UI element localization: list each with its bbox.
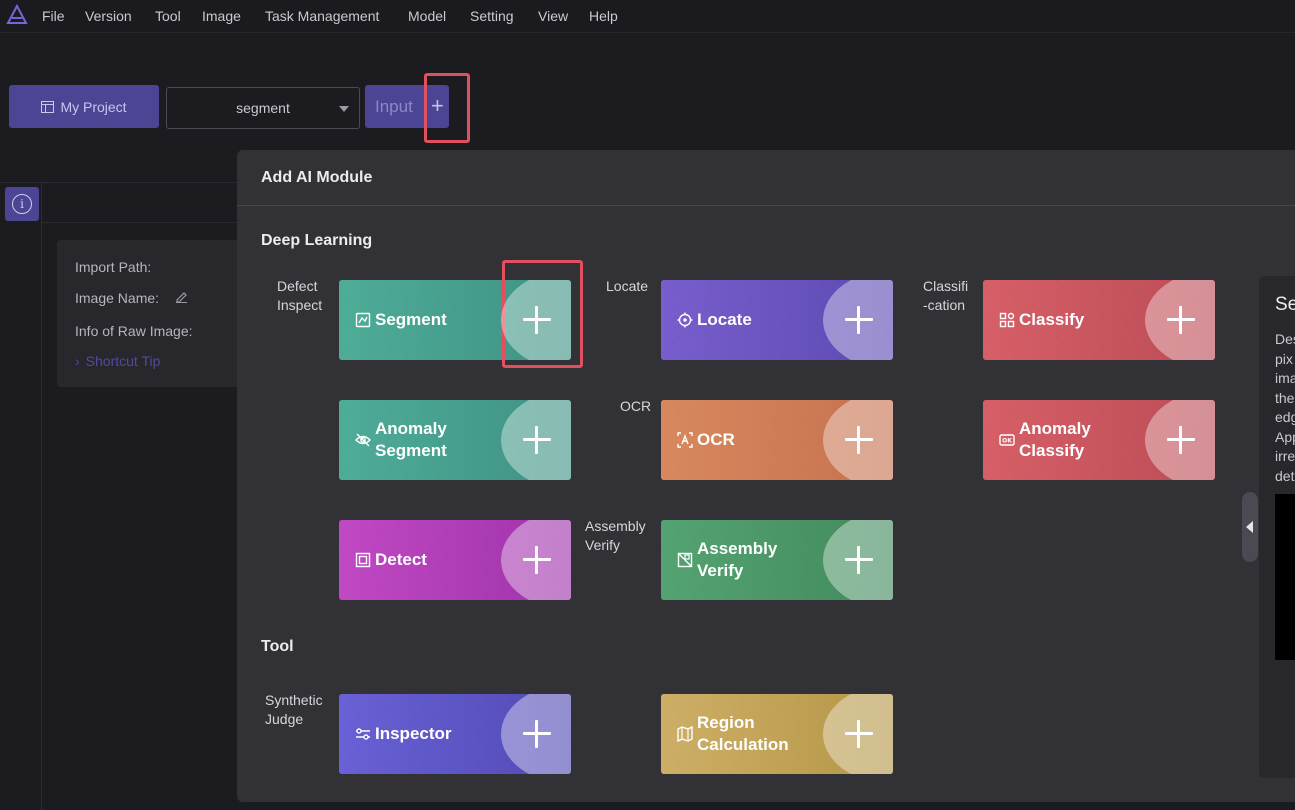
my-project-button[interactable]: My Project bbox=[9, 85, 159, 128]
menu-view[interactable]: View bbox=[538, 8, 568, 24]
dialog-divider bbox=[237, 205, 1295, 206]
ocr-icon bbox=[677, 432, 693, 448]
card-label: Assembly Verify bbox=[697, 539, 778, 580]
card-label: Detect bbox=[375, 550, 427, 569]
menu-bar: File Version Tool Image Task Management … bbox=[0, 0, 1295, 33]
import-path-label: Import Path: bbox=[75, 259, 152, 275]
raw-image-info-label: Info of Raw Image: bbox=[75, 323, 193, 339]
card-region-calculation: Region Calculation bbox=[661, 694, 893, 774]
card-ocr: OCR bbox=[661, 400, 893, 480]
chevron-down-icon bbox=[339, 106, 349, 112]
card-label: Classify bbox=[1019, 310, 1085, 329]
eye-off-icon bbox=[355, 433, 371, 447]
card-label: Anomaly Classify bbox=[1019, 419, 1091, 460]
card-locate: Locate bbox=[661, 280, 893, 360]
module-select-value: segment bbox=[236, 100, 290, 116]
card-label: OCR bbox=[697, 430, 735, 449]
add-ai-module-dialog: Add AI Module Deep Learning Defect Inspe… bbox=[237, 150, 1295, 802]
card-label: Anomaly Segment bbox=[375, 419, 447, 460]
shortcut-tip-label: Shortcut Tip bbox=[85, 353, 161, 369]
plus-icon bbox=[845, 306, 873, 334]
svg-text:OK: OK bbox=[1002, 438, 1012, 445]
plus-icon bbox=[523, 546, 551, 574]
plus-icon[interactable]: + bbox=[431, 93, 444, 119]
edit-icon[interactable] bbox=[175, 290, 188, 303]
plus-icon bbox=[523, 426, 551, 454]
description-title: Se bbox=[1275, 294, 1295, 315]
project-icon bbox=[41, 100, 55, 113]
sliders-icon bbox=[356, 728, 370, 740]
app-logo-icon bbox=[6, 4, 28, 24]
plus-icon bbox=[1167, 306, 1195, 334]
image-info-panel: Import Path: Image Name: Info of Raw Ima… bbox=[57, 240, 247, 387]
menu-help[interactable]: Help bbox=[589, 8, 618, 24]
plus-icon bbox=[1167, 426, 1195, 454]
plus-icon bbox=[845, 546, 873, 574]
menu-task-management[interactable]: Task Management bbox=[265, 8, 379, 24]
info-button[interactable]: i bbox=[5, 187, 39, 221]
classify-icon bbox=[999, 312, 1015, 328]
menu-tool[interactable]: Tool bbox=[155, 8, 181, 24]
category-assembly-verify: Assembly Verify bbox=[585, 518, 646, 553]
image-name-label: Image Name: bbox=[75, 290, 160, 306]
plus-icon bbox=[845, 426, 873, 454]
card-anomaly-segment: Anomaly Segment bbox=[339, 400, 571, 480]
description-text: Des pix ima the edg App irre det bbox=[1275, 331, 1295, 484]
input-node-divider bbox=[425, 93, 426, 120]
card-label: Segment bbox=[375, 310, 447, 329]
card-segment: Segment bbox=[339, 280, 571, 360]
category-defect-inspect: Defect Inspect bbox=[277, 278, 323, 313]
module-select[interactable]: segment bbox=[166, 87, 360, 129]
detect-icon bbox=[355, 552, 371, 568]
menu-version[interactable]: Version bbox=[85, 8, 132, 24]
divider bbox=[41, 222, 241, 223]
my-project-label: My Project bbox=[60, 98, 127, 115]
card-label: Region Calculation bbox=[697, 713, 789, 754]
menu-image[interactable]: Image bbox=[202, 8, 241, 24]
plus-icon bbox=[523, 720, 551, 748]
section-tool: Tool bbox=[261, 638, 294, 655]
card-anomaly-classify: OK Anomaly Classify bbox=[983, 400, 1215, 480]
shortcut-tip-toggle[interactable]: › Shortcut Tip bbox=[75, 353, 160, 369]
card-assembly-verify: Assembly Verify bbox=[661, 520, 893, 600]
map-icon bbox=[677, 726, 693, 742]
dialog-title: Add AI Module bbox=[261, 169, 373, 186]
card-label: Inspector bbox=[375, 724, 452, 743]
segment-icon bbox=[355, 312, 371, 328]
collapse-panel-handle[interactable] bbox=[1242, 492, 1258, 562]
info-icon: i bbox=[12, 194, 32, 214]
card-inspector: Inspector bbox=[339, 694, 571, 774]
module-description-panel: Se Des pix ima the edg App irre det bbox=[1259, 276, 1295, 778]
input-node-label: Input bbox=[375, 97, 413, 116]
category-ocr: OCR bbox=[620, 398, 652, 414]
input-node-button[interactable]: Input + bbox=[365, 85, 449, 128]
menu-file[interactable]: File bbox=[42, 8, 65, 24]
card-classify: Classify bbox=[983, 280, 1215, 360]
menu-setting[interactable]: Setting bbox=[470, 8, 514, 24]
category-locate: Locate bbox=[606, 278, 649, 294]
category-classification: Classifi -cation bbox=[923, 278, 969, 313]
plus-icon bbox=[845, 720, 873, 748]
card-detect: Detect bbox=[339, 520, 571, 600]
card-label: Locate bbox=[697, 310, 752, 329]
section-deep-learning: Deep Learning bbox=[261, 232, 373, 249]
description-preview-image bbox=[1275, 494, 1295, 660]
assembly-icon bbox=[677, 552, 693, 568]
menu-model[interactable]: Model bbox=[408, 8, 446, 24]
locate-icon bbox=[677, 312, 693, 328]
category-synthetic-judge: Synthetic Judge bbox=[265, 692, 323, 727]
plus-icon bbox=[523, 306, 551, 334]
left-tool-strip bbox=[0, 183, 42, 810]
ok-badge-icon: OK bbox=[999, 434, 1015, 446]
chevron-right-icon: › bbox=[75, 353, 80, 369]
